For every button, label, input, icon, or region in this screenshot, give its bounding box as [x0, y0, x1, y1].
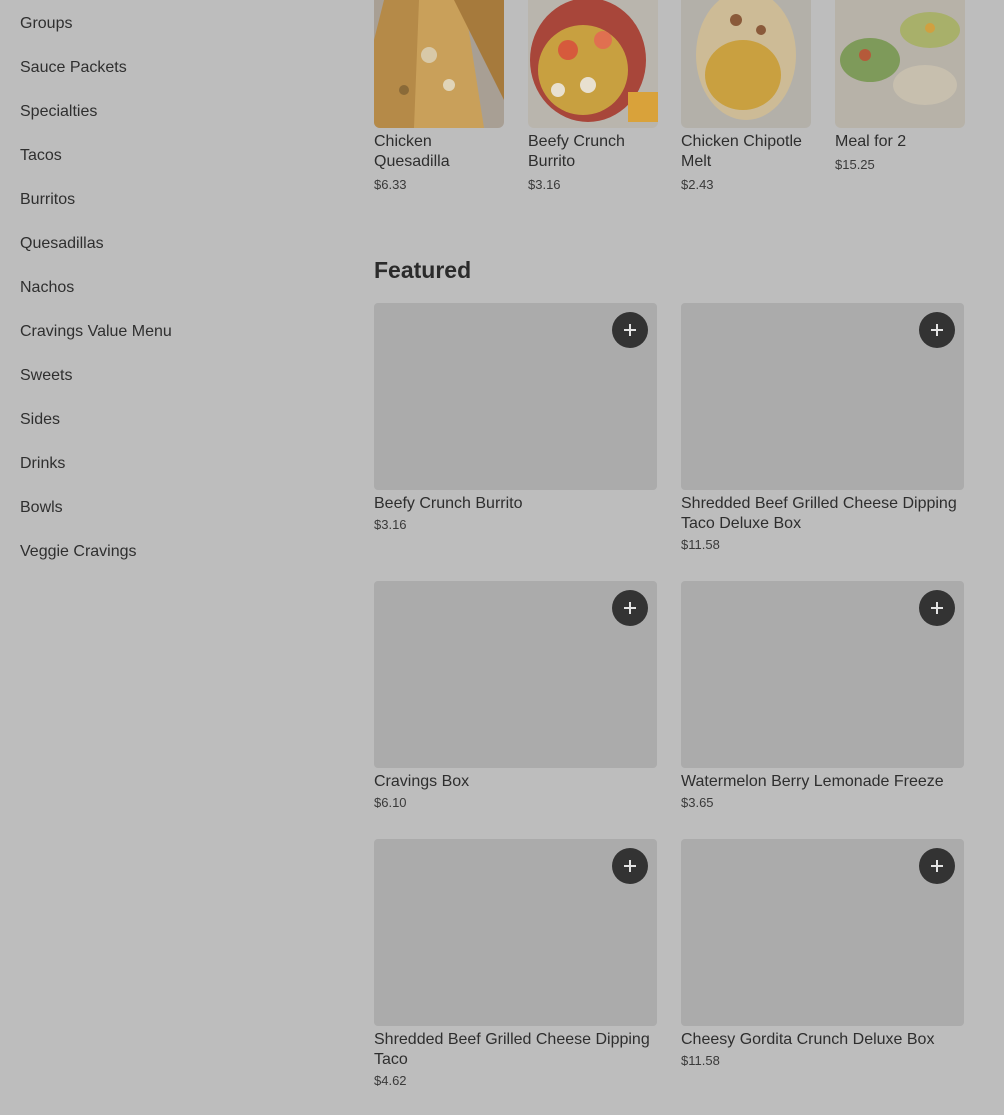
product-price: $6.10	[374, 795, 407, 810]
product-image[interactable]	[835, 0, 965, 128]
carousel-card[interactable]: Chicken Chipotle Melt $2.43	[681, 0, 811, 193]
product-name: Chicken Chipotle Melt	[681, 133, 802, 170]
featured-card[interactable]: Beefy Crunch Burrito $3.16	[374, 303, 657, 533]
carousel-card[interactable]: Chicken Quesadilla $6.33	[374, 0, 504, 193]
product-image-placeholder[interactable]	[374, 581, 657, 768]
featured-card[interactable]: Cheesy Gordita Crunch Deluxe Box $11.58	[681, 839, 964, 1069]
product-name: Beefy Crunch Burrito	[528, 133, 625, 170]
product-image-placeholder[interactable]	[681, 581, 964, 768]
add-to-cart-button[interactable]	[612, 848, 648, 884]
add-to-cart-button[interactable]	[612, 590, 648, 626]
product-price: $11.58	[681, 537, 720, 552]
plus-icon	[624, 860, 636, 872]
product-price: $3.65	[681, 795, 714, 810]
product-name: Watermelon Berry Lemonade Freeze	[681, 773, 944, 790]
product-name: Cheesy Gordita Crunch Deluxe Box	[681, 1031, 935, 1048]
product-name: Shredded Beef Grilled Cheese Dipping Tac…	[374, 1031, 650, 1068]
product-name: Beefy Crunch Burrito	[374, 495, 523, 512]
sidebar-item-quesadillas[interactable]: Quesadillas	[20, 234, 104, 254]
sidebar-item-specialties[interactable]: Specialties	[20, 102, 97, 122]
product-name: Shredded Beef Grilled Cheese Dipping Tac…	[681, 495, 957, 532]
sidebar-item-bowls[interactable]: Bowls	[20, 498, 63, 518]
product-image[interactable]	[681, 0, 811, 128]
add-to-cart-button[interactable]	[919, 848, 955, 884]
product-image-placeholder[interactable]	[681, 303, 964, 490]
sidebar-item-cravings-value-menu[interactable]: Cravings Value Menu	[20, 322, 172, 342]
sidebar-item-groups[interactable]: Groups	[20, 14, 72, 34]
product-price: $6.33	[374, 177, 407, 192]
add-to-cart-button[interactable]	[612, 312, 648, 348]
sidebar-item-drinks[interactable]: Drinks	[20, 454, 65, 474]
plus-icon	[931, 860, 943, 872]
plus-icon	[624, 324, 636, 336]
carousel-card[interactable]: Meal for 2 $15.25	[835, 0, 965, 173]
add-to-cart-button[interactable]	[919, 312, 955, 348]
featured-heading: Featured	[374, 257, 472, 283]
sidebar-item-veggie-cravings[interactable]: Veggie Cravings	[20, 542, 137, 562]
featured-card[interactable]: Shredded Beef Grilled Cheese Dipping Tac…	[681, 303, 964, 553]
product-name: Chicken Quesadilla	[374, 133, 450, 170]
product-image[interactable]	[374, 0, 504, 128]
product-price: $11.58	[681, 1053, 720, 1068]
product-price: $2.43	[681, 177, 714, 192]
product-price: $3.16	[528, 177, 561, 192]
product-image[interactable]	[528, 0, 658, 128]
product-price: $4.62	[374, 1073, 407, 1088]
sidebar-item-sauce-packets[interactable]: Sauce Packets	[20, 58, 127, 78]
sidebar-item-burritos[interactable]: Burritos	[20, 190, 75, 210]
product-name: Meal for 2	[835, 133, 907, 150]
sidebar-item-nachos[interactable]: Nachos	[20, 278, 74, 298]
featured-card[interactable]: Watermelon Berry Lemonade Freeze $3.65	[681, 581, 964, 811]
product-image-placeholder[interactable]	[374, 303, 657, 490]
plus-icon	[931, 324, 943, 336]
carousel-card[interactable]: Beefy Crunch Burrito $3.16	[528, 0, 658, 193]
product-name: Cravings Box	[374, 773, 470, 790]
featured-card[interactable]: Shredded Beef Grilled Cheese Dipping Tac…	[374, 839, 657, 1089]
product-price: $3.16	[374, 517, 407, 532]
sidebar-item-sweets[interactable]: Sweets	[20, 366, 72, 386]
add-to-cart-button[interactable]	[919, 590, 955, 626]
featured-card[interactable]: Cravings Box $6.10	[374, 581, 657, 811]
product-image-placeholder[interactable]	[681, 839, 964, 1026]
plus-icon	[624, 602, 636, 614]
sidebar-item-tacos[interactable]: Tacos	[20, 146, 62, 166]
product-price: $15.25	[835, 157, 875, 172]
product-image-placeholder[interactable]	[374, 839, 657, 1026]
plus-icon	[931, 602, 943, 614]
sidebar-item-sides[interactable]: Sides	[20, 410, 60, 430]
